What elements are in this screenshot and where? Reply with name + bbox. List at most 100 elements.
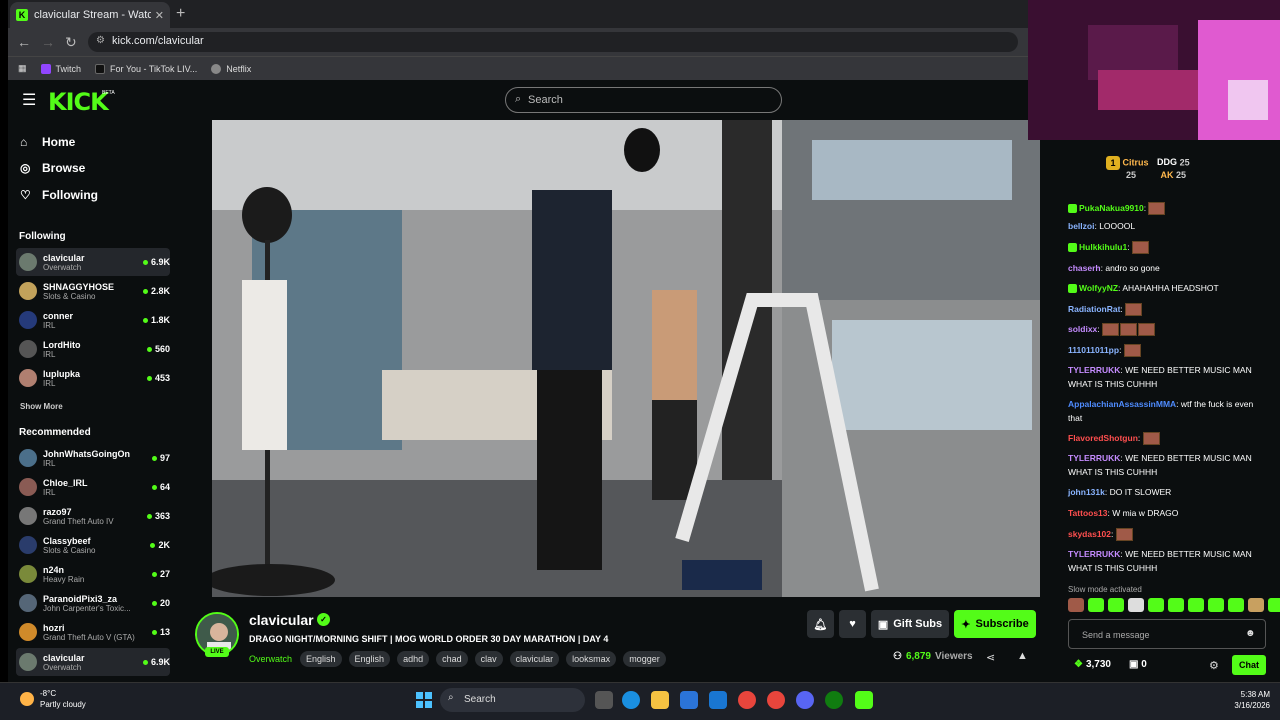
chat-username[interactable]: PukaNakua9910	[1079, 203, 1144, 213]
emote-icon	[1088, 598, 1104, 612]
chat-username[interactable]: Hulkkihulu1	[1079, 242, 1127, 252]
chat-username[interactable]: john131k	[1068, 487, 1105, 497]
chat-username[interactable]: skydas102	[1068, 529, 1111, 539]
following-channel[interactable]: SHNAGGYHOSE Slots & Casino 2.8K	[16, 277, 170, 305]
outlook-icon[interactable]	[709, 691, 727, 709]
subscribe-button[interactable]: ✦ Subscribe	[954, 610, 1036, 638]
report-warning-icon[interactable]: ▲	[1017, 650, 1028, 662]
tag[interactable]: looksmax	[566, 651, 617, 667]
channel-category: Grand Theft Auto IV	[43, 516, 114, 526]
chat-send-button[interactable]: Chat	[1232, 655, 1266, 675]
follow-button[interactable]: ♥	[839, 610, 866, 638]
weather-widget[interactable]: -8°C Partly cloudy	[20, 688, 86, 710]
live-dot-icon	[142, 659, 148, 665]
discord-icon[interactable]	[796, 691, 814, 709]
tag[interactable]: English	[300, 651, 342, 667]
system-clock[interactable]: 5:38 AM 3/16/2026	[1224, 689, 1270, 711]
reload-icon[interactable]: ↻	[65, 34, 77, 51]
chat-username[interactable]: TYLERRUKK	[1068, 453, 1120, 463]
recommended-channel[interactable]: razo97 Grand Theft Auto IV 363	[16, 502, 170, 530]
url-field[interactable]: ⚙ kick.com/clavicular	[88, 32, 1018, 52]
channel-points[interactable]: ❖ 3,730	[1074, 659, 1111, 670]
file-explorer-icon[interactable]	[651, 691, 669, 709]
viewer-count: 363	[146, 511, 170, 521]
chat-username[interactable]: RadiationRat	[1068, 304, 1120, 314]
recommended-channel[interactable]: clavicular Overwatch 6.9K	[16, 648, 170, 676]
close-tab-icon[interactable]: ✕	[155, 9, 164, 22]
back-arrow-icon[interactable]: ←	[17, 34, 31, 50]
recommended-channel[interactable]: Classybeef Slots & Casino 2K	[16, 531, 170, 559]
chat-username[interactable]: TYLERRUKK	[1068, 549, 1120, 559]
nav-home[interactable]: ⌂ Home	[20, 135, 75, 149]
chat-username[interactable]: AppalachianAssassinMMA	[1068, 399, 1176, 409]
channel-name: razo97	[43, 506, 72, 517]
following-channel[interactable]: luplupka IRL 453	[16, 364, 170, 392]
following-channel[interactable]: conner IRL 1.8K	[16, 306, 170, 334]
tag[interactable]: mogger	[623, 651, 666, 667]
chat-username[interactable]: bellzoi	[1068, 221, 1094, 231]
live-dot-icon	[150, 542, 156, 548]
streamer-name[interactable]: clavicular	[249, 612, 314, 628]
following-channel[interactable]: clavicular Overwatch 6.9K	[16, 248, 170, 276]
recommended-channel[interactable]: hozri Grand Theft Auto V (GTA) 13	[16, 618, 170, 646]
apps-grid-icon[interactable]: ▦	[18, 63, 27, 74]
emoji-picker-icon[interactable]: ☻	[1245, 628, 1256, 639]
gifter-name[interactable]: AK	[1161, 170, 1174, 180]
chat-username[interactable]: FlavoredShotgun	[1068, 433, 1138, 443]
nav-browse[interactable]: ◎ Browse	[20, 161, 85, 175]
recommended-channel[interactable]: ParanoidPixi3_za John Carpenter's Toxic..…	[16, 589, 170, 617]
gifter-name[interactable]: Citrus	[1123, 157, 1149, 167]
bookmark-tiktok[interactable]: For You - TikTok LIV...	[95, 63, 197, 74]
chat-emote-icon	[1115, 528, 1133, 542]
tag[interactable]: adhd	[397, 651, 430, 667]
xbox-icon[interactable]	[825, 691, 843, 709]
kick-app-icon[interactable]	[855, 691, 873, 709]
gift-count[interactable]: ▣ 0	[1129, 659, 1147, 670]
gifter-name[interactable]: DDG	[1157, 157, 1177, 167]
tag[interactable]: clav	[474, 651, 503, 667]
bookmark-netflix[interactable]: Netflix	[211, 63, 251, 74]
new-tab-icon[interactable]: +	[176, 5, 185, 23]
chat-text: andro so gone	[1105, 263, 1160, 273]
following-channel[interactable]: LordHito IRL 560	[16, 335, 170, 363]
chat-settings-gear-icon[interactable]: ⚙	[1209, 659, 1219, 672]
chat-username[interactable]: Tattoos13	[1068, 508, 1108, 518]
hamburger-menu-icon[interactable]: ☰	[22, 90, 36, 110]
recommended-channel[interactable]: n24n Heavy Rain 27	[16, 560, 170, 588]
chrome-icon[interactable]	[738, 691, 756, 709]
stream-category[interactable]: Overwatch	[249, 654, 292, 664]
emote-quick-bar[interactable]	[1068, 598, 1280, 612]
recommended-channel[interactable]: Chloe_IRL IRL 64	[16, 473, 170, 501]
chat-username[interactable]: chaserh	[1068, 263, 1101, 273]
tag[interactable]: clavicular	[509, 651, 560, 667]
recommended-channel[interactable]: JohnWhatsGoingOn IRL 97	[16, 444, 170, 472]
app-icon[interactable]	[767, 691, 785, 709]
chat-username[interactable]: TYLERRUKK	[1068, 365, 1120, 375]
tag[interactable]: English	[348, 651, 391, 667]
chat-username[interactable]: WolfyyNZ	[1079, 283, 1118, 293]
channel-name: JohnWhatsGoingOn	[43, 448, 130, 459]
browser-tab[interactable]: K clavicular Stream - Watch Live ✕	[10, 2, 170, 28]
kick-logo[interactable]: KICK	[48, 88, 109, 116]
bookmark-twitch[interactable]: Twitch	[40, 63, 81, 74]
chat-username[interactable]: 111011011pp	[1068, 345, 1119, 355]
task-view-icon[interactable]	[595, 691, 613, 709]
edge-icon[interactable]	[622, 691, 640, 709]
video-player[interactable]	[212, 120, 1040, 597]
chat-text: AHAHAHHA HEADSHOT	[1122, 283, 1219, 293]
show-more-link[interactable]: Show More	[20, 402, 63, 411]
notification-bell-button[interactable]: 🔔︎	[807, 610, 834, 638]
share-icon[interactable]: ⋖	[986, 651, 995, 664]
site-info-icon[interactable]: ⚙	[96, 35, 105, 46]
gift-subs-button[interactable]: ▣ Gift Subs	[871, 610, 949, 638]
forward-arrow-icon[interactable]: →	[41, 34, 55, 50]
windows-start-icon[interactable]	[416, 692, 432, 708]
chat-username[interactable]: soldixx	[1068, 324, 1097, 334]
search-input[interactable]: ⌕ Search	[505, 87, 782, 113]
nav-following[interactable]: ♡ Following	[20, 188, 98, 202]
chat-message-input[interactable]: Send a message	[1068, 619, 1266, 649]
taskbar-search[interactable]: ⌕ Search	[440, 688, 585, 712]
slow-mode-notice: Slow mode activated	[1068, 585, 1142, 594]
store-icon[interactable]	[680, 691, 698, 709]
tag[interactable]: chad	[436, 651, 468, 667]
